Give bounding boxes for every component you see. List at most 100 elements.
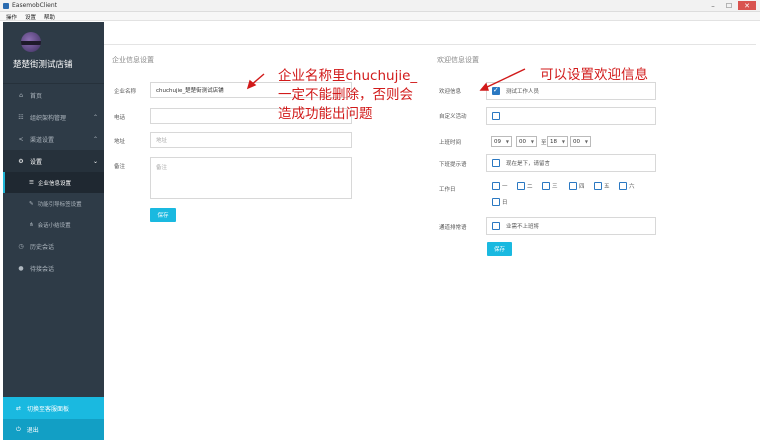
welcome-message-field[interactable]: 测试工作人员 xyxy=(486,82,656,100)
start-hour-select[interactable]: 09 ▼ xyxy=(491,136,512,147)
phone-label: 电话 xyxy=(114,115,126,121)
end-minute-select[interactable]: 00 ▼ xyxy=(570,136,591,147)
day-checkbox[interactable] xyxy=(569,182,577,190)
sidebar-item-home[interactable]: ⌂ 首页 xyxy=(3,84,104,106)
custom-activity-field[interactable] xyxy=(486,107,656,125)
queue-field[interactable]: 业需不上班将 xyxy=(486,217,656,235)
workday-label: 工作日 xyxy=(439,187,456,193)
queue-label: 通道排常语 xyxy=(439,225,467,231)
main-content: 企业信息设置 企业名称 chuchujie_楚楚街测试店铺 电话 地址 地址 备… xyxy=(104,22,756,440)
menu-item-help[interactable]: 帮助 xyxy=(44,13,55,21)
close-icon[interactable]: ✕ xyxy=(738,1,756,10)
start-minute-value: 00 xyxy=(519,138,526,145)
remark-label: 备注 xyxy=(114,164,126,170)
sidebar-item-org[interactable]: ☷ 组织架构管理 ⌃ xyxy=(3,106,104,128)
off-duty-checkbox[interactable] xyxy=(492,159,500,167)
day-label: 四 xyxy=(579,184,585,190)
welcome-checkbox[interactable] xyxy=(492,86,500,95)
menu-item-settings[interactable]: 设置 xyxy=(25,13,36,21)
clock-icon: ◷ xyxy=(18,242,24,250)
divider xyxy=(104,44,756,45)
custom-activity-label: 自定义活动 xyxy=(439,114,467,120)
chevron-up-icon: ⌃ xyxy=(92,135,98,143)
day-wed[interactable]: 三 xyxy=(542,182,558,190)
day-thu[interactable]: 四 xyxy=(569,182,585,190)
day-checkbox[interactable] xyxy=(517,182,525,190)
welcome-label: 欢迎信息 xyxy=(439,89,462,95)
day-label: 三 xyxy=(552,184,558,190)
day-checkbox[interactable] xyxy=(492,182,500,190)
caret-down-icon: ▼ xyxy=(530,139,534,144)
remark-textarea[interactable]: 备注 xyxy=(150,157,352,199)
company-save-button[interactable]: 保存 xyxy=(150,208,176,222)
window-title: EasemobClient xyxy=(12,2,57,9)
caret-down-icon: ▼ xyxy=(505,139,509,144)
sidebar-subitem-label: 功能引导标签设置 xyxy=(37,201,82,208)
day-fri[interactable]: 五 xyxy=(594,182,610,190)
custom-activity-checkbox[interactable] xyxy=(492,112,500,120)
address-input[interactable]: 地址 xyxy=(150,132,352,148)
end-hour-value: 18 xyxy=(550,138,557,145)
chevron-up-icon: ⌃ xyxy=(92,113,98,121)
day-checkbox[interactable] xyxy=(492,198,500,206)
off-duty-label: 下班提示语 xyxy=(439,162,467,168)
welcome-settings-title: 欢迎信息设置 xyxy=(437,56,479,64)
tag-icon: ✎ xyxy=(29,200,34,207)
switch-panel-button[interactable]: ⇄ 切换至客服面板 xyxy=(3,397,104,419)
sidebar-subitem-summary[interactable]: ⋔ 会话小结设置 xyxy=(3,214,104,235)
window-controls: – ☐ ✕ xyxy=(706,1,756,10)
logout-button[interactable]: ⏻ 退出 xyxy=(3,419,104,440)
sidebar-item-label: 历史会话 xyxy=(30,243,55,251)
time-separator: 至 xyxy=(541,140,547,146)
queue-checkbox[interactable] xyxy=(492,222,500,230)
menu-item-operate[interactable]: 操作 xyxy=(6,13,17,21)
minimize-icon[interactable]: – xyxy=(706,1,720,10)
annotation-right: 可以设置欢迎信息 xyxy=(540,67,648,83)
queue-text: 业需不上班将 xyxy=(506,224,540,230)
day-label: 六 xyxy=(629,184,635,190)
sidebar-subitem-guide-tags[interactable]: ✎ 功能引导标签设置 xyxy=(3,193,104,214)
day-mon[interactable]: 一 xyxy=(492,182,508,190)
avatar[interactable] xyxy=(21,32,41,52)
start-minute-select[interactable]: 00 ▼ xyxy=(516,136,537,147)
sidebar-item-label: 组织架构管理 xyxy=(30,114,67,122)
sidebar-subitem-label: 企业信息设置 xyxy=(37,180,71,187)
end-hour-select[interactable]: 18 ▼ xyxy=(547,136,568,147)
off-duty-field[interactable]: 现在是下，请留言 xyxy=(486,154,656,172)
sidebar-item-settings[interactable]: ⚙ 设置 ⌄ xyxy=(3,150,104,172)
sidebar-item-history[interactable]: ◷ 历史会话 xyxy=(3,235,104,257)
annotation-left-line2: 一定不能删除，否则会 xyxy=(278,87,413,103)
home-icon: ⌂ xyxy=(19,91,23,99)
day-sun[interactable]: 日 xyxy=(492,198,508,206)
sidebar-subitem-label: 会话小结设置 xyxy=(37,222,71,229)
work-time-label: 上班时间 xyxy=(439,140,462,146)
sidebar-item-label: 设置 xyxy=(30,158,43,166)
swap-icon: ⇄ xyxy=(16,404,22,412)
day-checkbox[interactable] xyxy=(594,182,602,190)
sidebar-item-pending[interactable]: ● 待接会话 xyxy=(3,257,104,279)
sidebar-item-channel[interactable]: < 渠道设置 ⌃ xyxy=(3,128,104,150)
switch-panel-label: 切换至客服面板 xyxy=(27,405,70,413)
day-label: 五 xyxy=(604,184,610,190)
org-chart-icon: ☷ xyxy=(18,113,24,121)
day-checkbox[interactable] xyxy=(619,182,627,190)
day-checkbox[interactable] xyxy=(542,182,550,190)
list-icon: ☰ xyxy=(29,179,34,186)
welcome-text: 测试工作人员 xyxy=(506,89,540,95)
sitemap-icon: ⋔ xyxy=(29,221,34,228)
sidebar-subitem-company-info[interactable]: ☰ 企业信息设置 xyxy=(3,172,104,193)
sidebar-item-label: 首页 xyxy=(30,92,43,100)
sidebar-item-label: 渠道设置 xyxy=(30,136,55,144)
chat-icon: ● xyxy=(18,264,24,272)
welcome-save-button[interactable]: 保存 xyxy=(487,242,512,256)
maximize-icon[interactable]: ☐ xyxy=(722,1,736,10)
off-duty-text: 现在是下，请留言 xyxy=(506,161,551,167)
day-tue[interactable]: 二 xyxy=(517,182,533,190)
company-settings-title: 企业信息设置 xyxy=(112,56,154,64)
day-sat[interactable]: 六 xyxy=(619,182,635,190)
logout-label: 退出 xyxy=(26,427,39,434)
sidebar-brand: 楚楚街测试店铺 xyxy=(3,22,104,84)
chevron-down-icon: ⌄ xyxy=(92,157,98,165)
gear-icon: ⚙ xyxy=(18,157,24,165)
sidebar-item-label: 待接会话 xyxy=(30,265,55,273)
